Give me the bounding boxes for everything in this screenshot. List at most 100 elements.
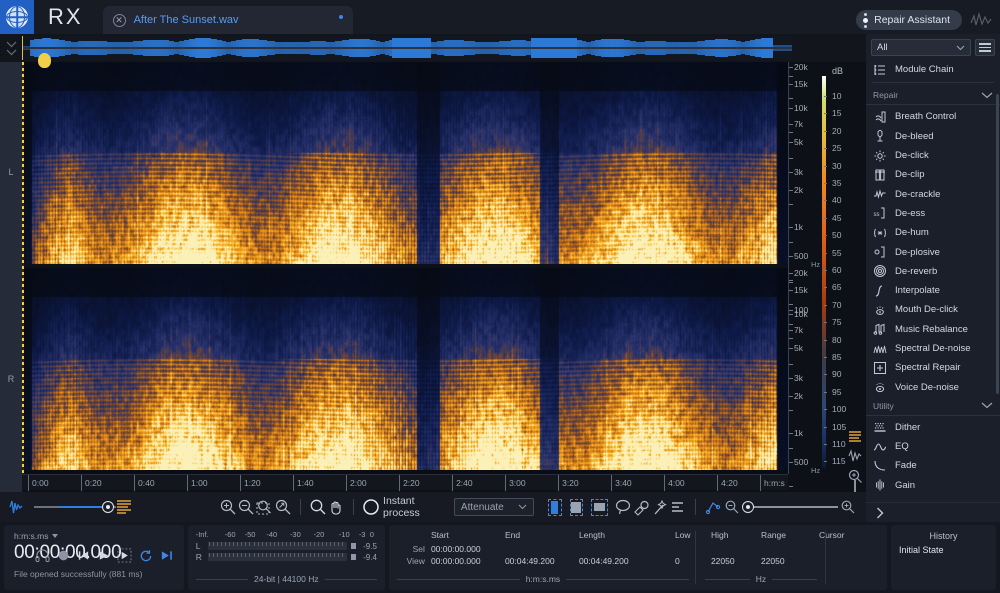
spectrogram-contrast-icon[interactable] [115, 497, 133, 517]
rectangle-selection-tool[interactable] [570, 499, 584, 516]
sidebar-scrollbar[interactable] [996, 94, 999, 394]
sidebar-item-de-reverb[interactable]: De-reverb [866, 262, 1000, 281]
selection-value[interactable] [805, 556, 819, 568]
sidebar-item-interpolate[interactable]: Interpolate [866, 281, 1000, 300]
sidebar-group-repair[interactable]: Repair [866, 86, 1000, 105]
sidebar-item-de-crackle[interactable]: De-crackle [866, 184, 1000, 203]
selection-value[interactable]: 00:00:00.000 [431, 556, 505, 568]
app-logo[interactable] [0, 0, 34, 34]
play-button[interactable] [97, 549, 110, 562]
selection-value[interactable] [665, 544, 675, 556]
sidebar-item-dither[interactable]: Dither [866, 418, 1000, 437]
sidebar-expand-button[interactable] [866, 502, 1000, 522]
play-to-end-button[interactable] [160, 549, 174, 563]
repair-assistant-button[interactable]: Repair Assistant [856, 10, 962, 30]
overview-waveform[interactable] [22, 36, 792, 60]
history-panel[interactable]: History Initial State [891, 525, 996, 590]
sidebar-item-fade[interactable]: Fade [866, 456, 1000, 475]
sidebar-item-de-plosive[interactable]: De-plosive [866, 242, 1000, 261]
hand-tool-button[interactable] [327, 497, 345, 517]
selection-value[interactable]: 00:00:00.000 [431, 544, 505, 556]
horizontal-zoom-controls[interactable] [722, 497, 866, 517]
monitor-headphones-icon[interactable] [35, 549, 50, 562]
close-icon[interactable]: ✕ [113, 14, 126, 27]
pen-envelope-tool[interactable] [704, 497, 722, 517]
instant-process-toggle[interactable] [362, 498, 380, 516]
sidebar-item-de-clip[interactable]: De-clip [866, 165, 1000, 184]
waveform-amplitude-icon[interactable] [8, 497, 28, 517]
selection-value[interactable] [761, 544, 805, 556]
instant-process-mode-select[interactable]: Attenuate [454, 498, 534, 516]
editor-toolbar[interactable]: Instant process Attenuate [0, 492, 866, 522]
sidebar-item-voice-de-noise[interactable]: Voice De-noise [866, 377, 1000, 396]
spectrogram-pane-right[interactable] [22, 268, 788, 470]
sidebar-item-de-bleed[interactable]: De-bleed [866, 127, 1000, 146]
module-sidebar[interactable]: All Module Chain RepairBreath ControlDe-… [866, 34, 1000, 522]
brush-selection-tool[interactable] [632, 497, 650, 517]
selection-value[interactable] [665, 556, 675, 568]
sidebar-group-utility[interactable]: Utility [866, 397, 1000, 416]
playhead[interactable] [22, 62, 24, 474]
time-format-selector[interactable]: h:m:s.ms [14, 531, 174, 541]
spectrogram-view-tools[interactable] [843, 430, 867, 484]
sidebar-item-module-chain[interactable]: Module Chain [866, 60, 1000, 79]
sidebar-item-eq[interactable]: EQ [866, 437, 1000, 456]
selection-value[interactable] [805, 544, 819, 556]
selection-value[interactable] [711, 544, 761, 556]
waveform-icon[interactable] [970, 11, 992, 29]
play-selection-button[interactable] [117, 548, 132, 563]
selection-value[interactable] [819, 556, 879, 568]
waveform-display-icon[interactable] [847, 449, 863, 463]
hzoom-in-icon[interactable] [838, 497, 858, 517]
zoom-to-selection-button[interactable] [255, 497, 273, 517]
selection-info-panel[interactable]: StartEndLengthLowHighRangeCursorSel00:00… [389, 525, 887, 590]
hzoom-out-icon[interactable] [722, 497, 742, 517]
sidebar-item-spectral-repair[interactable]: Spectral Repair [866, 358, 1000, 377]
spectrogram-pane-left[interactable] [22, 62, 788, 264]
module-menu-button[interactable] [975, 39, 995, 56]
level-meters-panel[interactable]: -Inf.-60-50-40-30-20-10-30 L-9.5R-9.4 24… [188, 525, 385, 590]
chevron-up-icon[interactable] [6, 41, 17, 48]
record-button[interactable] [57, 549, 70, 562]
zoom-fit-button[interactable] [274, 497, 292, 517]
playhead-handle-icon[interactable] [38, 53, 51, 68]
transport-controls[interactable] [35, 548, 174, 563]
sidebar-item-breath-control[interactable]: Breath Control [866, 107, 1000, 126]
similarity-select-tool[interactable] [669, 497, 687, 517]
module-filter-row[interactable]: All [866, 34, 1000, 60]
selection-value[interactable] [675, 544, 711, 556]
sidebar-item-de-click[interactable]: De-click [866, 146, 1000, 165]
amplitude-slider[interactable] [34, 500, 109, 514]
selection-value[interactable] [505, 544, 579, 556]
horizontal-zoom-slider[interactable] [742, 501, 838, 513]
zoom-out-button[interactable] [237, 497, 255, 517]
transport-panel[interactable]: h:m:s.ms 00:00:00.000 [4, 525, 184, 590]
overview-collapse-controls[interactable] [0, 34, 22, 62]
sidebar-item-music-rebalance[interactable]: Music Rebalance [866, 320, 1000, 339]
sidebar-item-de-ess[interactable]: ssDe-ess [866, 204, 1000, 223]
sidebar-item-spectral-de-noise[interactable]: Spectral De-noise [866, 339, 1000, 358]
selection-value[interactable]: 00:04:49.200 [505, 556, 579, 568]
selection-value[interactable] [579, 544, 665, 556]
sidebar-item-mouth-de-click[interactable]: Mouth De-click [866, 300, 1000, 319]
sidebar-item-gain[interactable]: Gain [866, 476, 1000, 495]
spectrogram-area[interactable]: L R 0:000:200:401:001:201:402:002:202:40… [0, 62, 866, 492]
document-tab[interactable]: ✕ After The Sunset.wav [103, 6, 353, 34]
magic-wand-tool[interactable] [650, 497, 668, 517]
selection-value[interactable] [819, 544, 879, 556]
selection-value[interactable]: 00:04:49.200 [579, 556, 665, 568]
freq-selection-tool[interactable] [591, 499, 608, 516]
overview-strip[interactable] [0, 34, 866, 62]
rewind-to-start-button[interactable] [77, 549, 90, 562]
lasso-selection-tool[interactable] [614, 497, 632, 517]
selection-value[interactable]: 22050 [761, 556, 805, 568]
module-filter-select[interactable]: All [871, 39, 971, 56]
chevron-down-icon[interactable] [6, 49, 17, 56]
history-item[interactable]: Initial State [899, 545, 988, 555]
spectrogram-display-icon[interactable] [847, 430, 863, 444]
selection-value[interactable]: 0 [675, 556, 711, 568]
spectrogram-canvas[interactable] [22, 62, 788, 474]
zoom-in-button[interactable] [219, 497, 237, 517]
magnifier-tool-button[interactable] [309, 497, 327, 517]
loop-button[interactable] [139, 549, 153, 563]
